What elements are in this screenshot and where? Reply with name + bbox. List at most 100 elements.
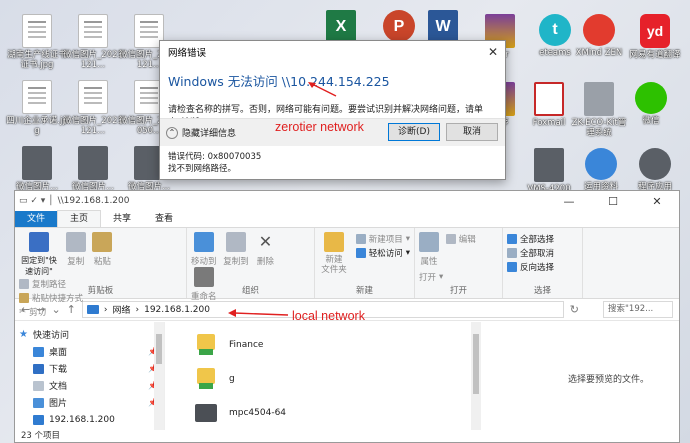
desktop-icon-file[interactable]: 四川企业承诺.jpg [6,80,68,136]
new-item-button[interactable]: 新建项目 ▾ [355,232,410,246]
camera-icon [534,148,564,182]
image-file-icon [22,80,52,114]
excel-icon: X [326,10,356,44]
paste-icon [92,232,113,252]
easy-access-button[interactable]: 轻松访问 ▾ [355,246,410,260]
paste-button[interactable]: 粘贴 [92,232,113,267]
tab-share[interactable]: 共享 [101,211,143,227]
copy-to-icon [225,232,246,252]
invert-selection-icon [507,262,517,272]
chevron-up-icon: ⌃ [166,126,178,139]
properties-button[interactable]: 属性 [419,232,439,267]
scissors-icon: ✂ [19,307,27,317]
image-file-icon [78,80,108,114]
tab-view[interactable]: 查看 [143,211,185,227]
file-scrollbar[interactable] [471,322,481,430]
chevron-down-icon: ▾ [405,248,410,258]
explorer-title: \\192.168.1.200 [57,196,130,206]
dialog-titlebar: 网络错误 ✕ [160,41,505,63]
tab-home[interactable]: 主页 [57,210,102,227]
diagnose-button[interactable]: 诊断(D) [388,123,440,141]
image-file-icon [22,146,52,180]
quick-access-toolbar[interactable]: ▭ ✓ ▾ │ [19,196,54,206]
annotation-local: local network [292,309,365,323]
copy-to-button[interactable]: 复制到 [223,232,249,267]
desktop-icon-file[interactable]: 湖南生产线证书证书.jpg [6,14,68,70]
star-icon: ★ [19,329,28,340]
desktop-icon-file[interactable]: 微信图片... [6,146,68,192]
desktop-icon-youdao[interactable]: yd 网易有道翻译 [624,14,686,60]
maximize-icon[interactable]: ☐ [591,195,635,208]
desktop-icon-app[interactable]: 运用资料 [570,148,632,192]
close-icon[interactable]: ✕ [481,41,505,63]
nav-documents[interactable]: 文档📌 [15,377,164,394]
toggle-details-button[interactable]: ⌃ 隐藏详细信息 [166,126,236,139]
toggle-details-label: 隐藏详细信息 [182,129,237,139]
list-item[interactable]: mpc4504-64 [195,396,679,430]
breadcrumb-host[interactable]: 192.168.1.200 [144,305,210,315]
cut-button[interactable]: ✂ 剪切 [19,305,83,319]
refresh-icon[interactable]: ↻ [570,303,579,316]
open-button[interactable]: 打开 ▾ [419,270,443,284]
ribbon-group-open: 属性 编辑 打开 ▾ 打开 [415,228,503,298]
edit-icon [445,234,456,244]
tab-file[interactable]: 文件 [15,211,58,227]
chevron-right-icon: › [103,304,108,315]
new-folder-button[interactable]: 新建 文件夹 [319,232,349,275]
network-folder-icon [195,332,217,358]
close-icon[interactable]: ✕ [635,195,679,208]
delete-button[interactable]: ✕ 删除 [255,232,275,267]
preview-pane-text: 选择要预览的文件。 [567,375,649,385]
desktop-icon-app2[interactable]: 程序应用 [624,148,686,192]
pin-icon [29,232,49,252]
image-file-icon [78,146,108,180]
dialog-title: 网络错误 [168,48,207,59]
properties-icon [419,232,439,252]
invert-selection-button[interactable]: 反向选择 [507,260,578,274]
desktop-icon-wechat[interactable]: 微信 [620,82,682,126]
nav-pictures[interactable]: 图片📌 [15,394,164,411]
move-to-button[interactable]: 移动到 [191,232,217,267]
nav-scrollbar[interactable] [154,322,164,430]
desktop-icon-file[interactable]: 微信图片_2023121... [62,14,124,70]
easy-access-icon [355,248,366,258]
image-file-icon [22,14,52,48]
nav-quick-access[interactable]: ★ 快速访问 [15,326,164,343]
select-all-button[interactable]: 全部选择 [507,232,578,246]
desktop-icon-xmind[interactable]: XMind ZEN [568,14,630,58]
eteams-icon: t [539,14,571,46]
list-item[interactable]: Finance [195,328,679,362]
file-list: Finance g mpc4504-64 选择要预览的文件。 [165,322,679,430]
xmind-icon [583,14,615,46]
cancel-button[interactable]: 取消 [446,123,498,141]
explorer-titlebar: ▭ ✓ ▾ │ \\192.168.1.200 — ☐ ✕ [15,191,679,211]
desktop-icon-file[interactable]: 微信图片... [62,146,124,192]
nav-downloads[interactable]: 下载📌 [15,360,164,377]
ribbon-group-label: 组织 [241,286,259,296]
search-input[interactable]: 搜索"192... [603,301,673,318]
minimize-icon[interactable]: — [547,195,591,208]
navigation-pane: ★快速访问 桌面📌 下载📌 文档📌 图片📌 192.168.1.200 [15,322,165,430]
network-folder-icon [195,366,217,392]
breadcrumb-network[interactable]: 网络 [112,303,130,316]
error-details: 错误代码: 0x80070035 找不到网络路径。 [168,151,261,175]
scrollbar-thumb[interactable] [473,334,479,394]
annotation-arrow [228,309,289,317]
copy-button[interactable]: 复制 [65,232,86,267]
network-error-dialog: 网络错误 ✕ Windows 无法访问 \\10.244.154.225 请检查… [159,40,506,180]
chevron-down-icon: ▾ [405,234,410,244]
select-all-icon [507,234,517,244]
ribbon-group-label: 选择 [533,286,551,296]
ribbon-group-clipboard: 固定到"快速访问" 复制 粘贴 复制路径 粘贴快捷方式 ✂ 剪切 剪贴板 [15,228,187,318]
scrollbar-thumb[interactable] [156,334,162,364]
printer-icon [195,404,217,422]
select-none-button[interactable]: 全部取消 [507,246,578,260]
nav-network-host[interactable]: 192.168.1.200 [15,411,164,428]
documents-icon [33,380,44,391]
foxmail-icon [534,82,564,116]
pictures-icon [33,397,44,408]
nav-desktop[interactable]: 桌面📌 [15,343,164,360]
pin-quick-access-button[interactable]: 固定到"快速访问" [19,232,59,277]
desktop-icon-file[interactable]: 微信图片_2023121... [62,80,124,136]
edit-button[interactable]: 编辑 [445,232,476,246]
